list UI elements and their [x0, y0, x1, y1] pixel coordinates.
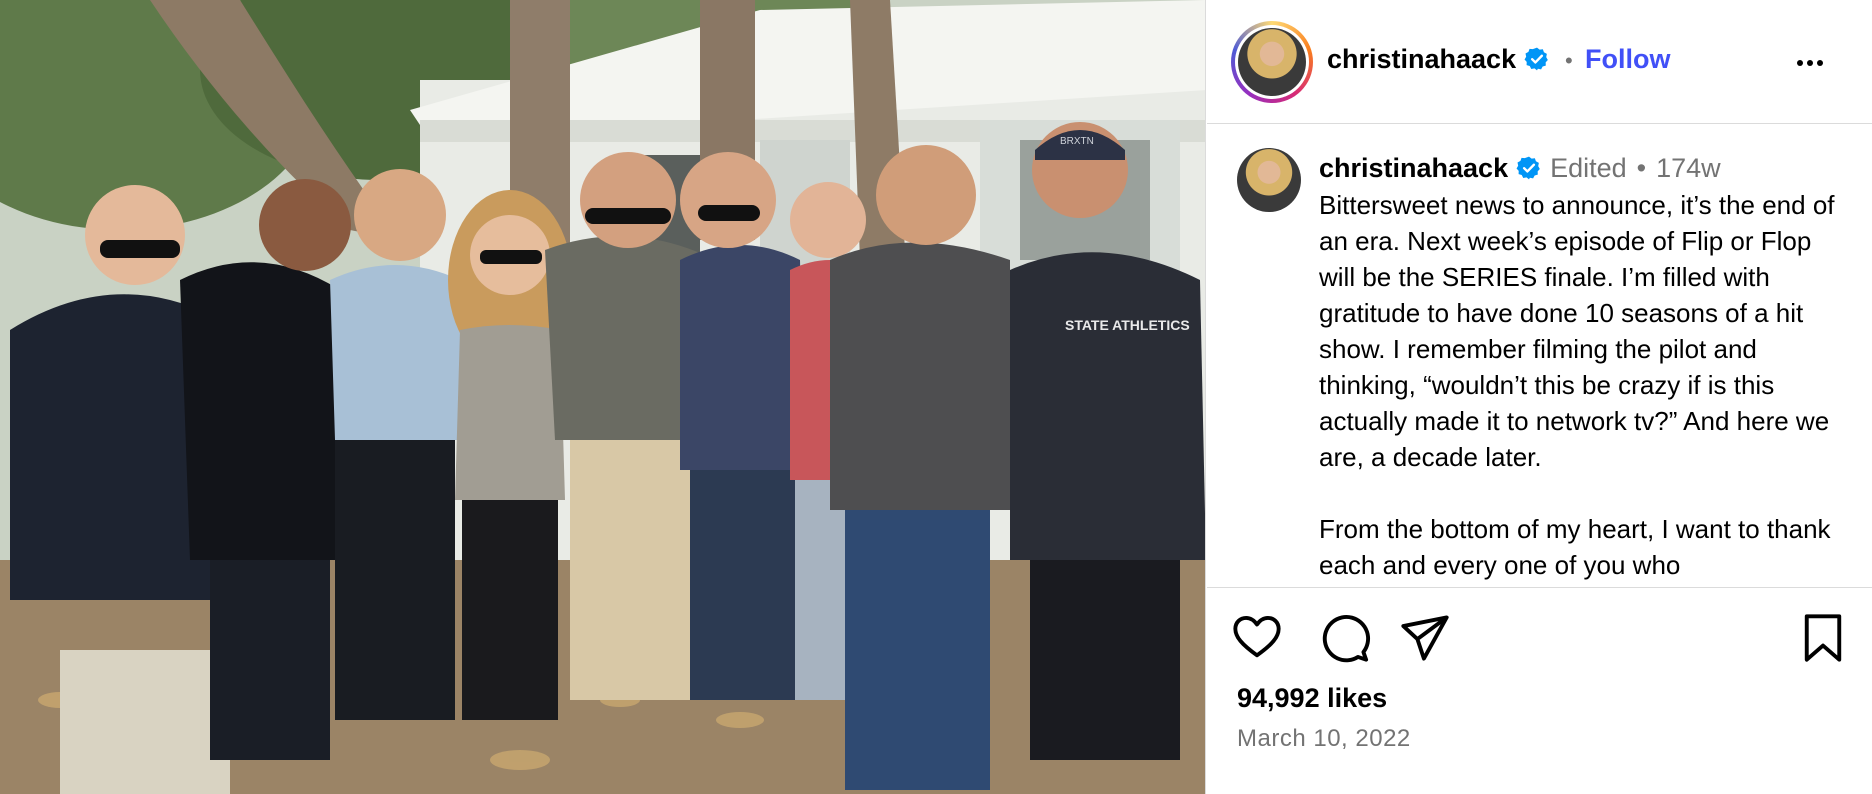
- group-photo-illustration: BRXTN STATE ATHLETICS: [0, 0, 1205, 794]
- action-bar: [1207, 612, 1872, 672]
- story-ring-avatar[interactable]: [1231, 21, 1313, 103]
- heart-icon[interactable]: [1231, 612, 1283, 664]
- follow-button[interactable]: Follow: [1585, 44, 1670, 75]
- verified-badge-icon: [1516, 156, 1540, 180]
- edited-label: Edited: [1550, 153, 1627, 183]
- post-header: christinahaack • Follow: [1207, 0, 1872, 124]
- caption-area: christinahaack Edited • 174w Bittersweet n…: [1207, 125, 1872, 588]
- bookmark-icon[interactable]: [1797, 612, 1849, 664]
- post-date[interactable]: March 10, 2022: [1237, 725, 1411, 753]
- caption-avatar[interactable]: [1237, 148, 1301, 212]
- caption-separator: •: [1636, 153, 1647, 183]
- header-username[interactable]: christinahaack: [1327, 44, 1550, 75]
- more-options-icon[interactable]: [1797, 48, 1837, 78]
- cap-logo-text: BRXTN: [1060, 136, 1094, 147]
- caption-header: christinahaack Edited • 174w: [1319, 153, 1721, 184]
- post-age[interactable]: 174w: [1656, 153, 1721, 183]
- verified-badge-icon: [1524, 47, 1548, 71]
- header-username-text[interactable]: christinahaack: [1327, 44, 1516, 74]
- share-icon[interactable]: [1399, 612, 1451, 664]
- comment-icon[interactable]: [1319, 612, 1371, 664]
- post-photo[interactable]: BRXTN STATE ATHLETICS: [0, 0, 1206, 794]
- likes-count[interactable]: 94,992 likes: [1237, 683, 1387, 714]
- avatar: [1238, 28, 1306, 96]
- caption-username[interactable]: christinahaack: [1319, 153, 1508, 183]
- header-separator: •: [1565, 48, 1573, 73]
- post-details-panel: christinahaack • Follow christinahaack E…: [1207, 0, 1872, 794]
- caption-text: Bittersweet news to announce, it’s the e…: [1319, 190, 1835, 580]
- shirt-print-text: STATE ATHLETICS: [1065, 317, 1190, 333]
